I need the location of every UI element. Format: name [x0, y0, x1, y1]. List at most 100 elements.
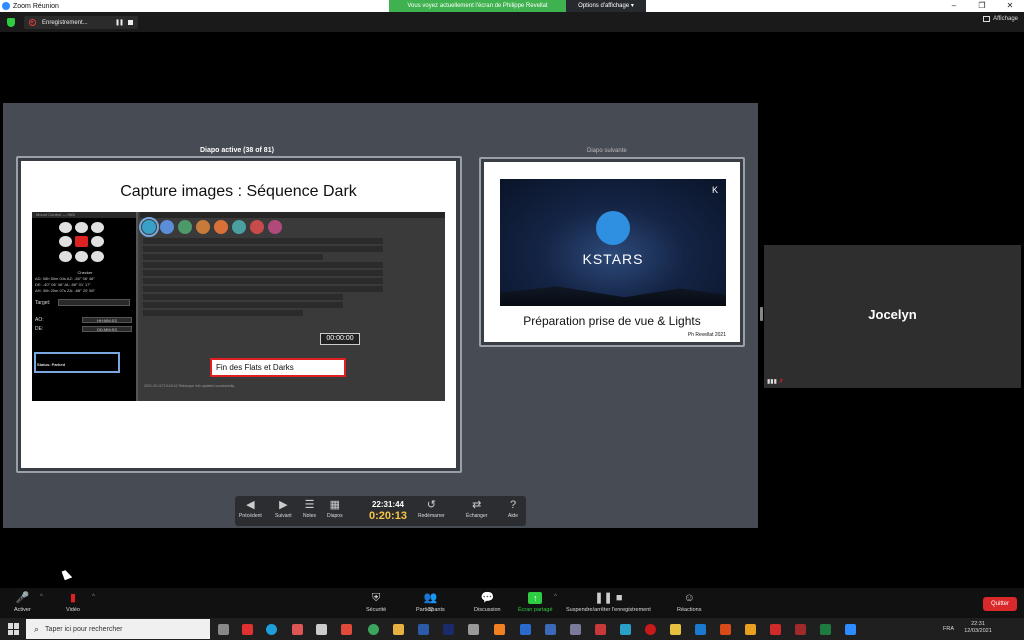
taskbar-app-icon[interactable] — [770, 624, 781, 635]
mount-module-icon — [214, 220, 228, 234]
previous-label: Précédent — [239, 513, 262, 519]
taskbar-app-icon[interactable] — [545, 624, 556, 635]
quit-button[interactable]: Quitter — [983, 597, 1017, 611]
taskbar-app-icon[interactable] — [242, 624, 253, 635]
maximize-button[interactable]: ❐ — [968, 0, 996, 12]
help-button[interactable]: ? Aide — [507, 499, 519, 519]
search-icon: ⌕ — [34, 623, 40, 634]
view-options-button[interactable]: Options d'affichage ▾ — [566, 0, 646, 12]
e-arrow-icon — [91, 236, 104, 248]
slides-label: Diapos — [327, 513, 343, 519]
office-icon[interactable] — [720, 624, 731, 635]
windows-start-icon[interactable] — [8, 623, 20, 635]
previous-button[interactable]: ◀ Précédent — [239, 499, 262, 519]
direction-pad — [59, 222, 105, 262]
security-shield-icon[interactable] — [7, 18, 15, 27]
next-slide-title: Préparation prise de vue & Lights — [523, 314, 701, 328]
coord-line: AH: 30h 20m 07s ZA: -88° 20' 58" — [35, 288, 96, 293]
shield-icon: ⛨ — [371, 592, 381, 604]
participant-video-tile[interactable]: Jocelyn ▮▮▮ ✗ — [764, 245, 1021, 388]
de-field: DD:MM:SS — [82, 326, 132, 332]
kstars-logo-icon — [596, 211, 630, 245]
taskbar-clock[interactable]: 22:31 12/03/2021 — [960, 621, 996, 635]
restart-icon: ↺ — [426, 499, 436, 511]
arrow-right-icon: ▶ — [279, 499, 288, 511]
dropbox-icon[interactable] — [520, 624, 531, 635]
next-button[interactable]: ▶ Suivant — [275, 499, 292, 519]
zoom-app-icon — [2, 2, 10, 10]
vlc-icon[interactable] — [494, 624, 505, 635]
align-module-icon — [232, 220, 246, 234]
view-button-label: Affichage — [993, 16, 1018, 22]
unmute-button[interactable]: 🎤 Activer — [14, 592, 31, 613]
file-explorer-icon[interactable] — [393, 624, 404, 635]
chrome-icon[interactable] — [368, 624, 379, 635]
taskbar-app-icon[interactable] — [670, 624, 681, 635]
participants-button[interactable]: 👥22 Participants — [416, 592, 445, 613]
security-button[interactable]: ⛨ Sécurité — [366, 592, 386, 613]
share-screen-button[interactable]: ↑ Écran partagé — [518, 592, 553, 613]
target-label: Target: — [35, 300, 51, 306]
pause-recording-icon[interactable]: ❚❚ — [115, 19, 124, 26]
taskbar-search[interactable]: ⌕ Taper ici pour rechercher — [26, 619, 210, 639]
taskbar-app-icon[interactable] — [620, 624, 631, 635]
settings-row — [143, 254, 323, 260]
audio-options-caret-icon[interactable]: ^ — [40, 594, 43, 600]
mouse-cursor-icon — [61, 568, 73, 581]
restart-button[interactable]: ↺ Redémarrer — [418, 499, 445, 519]
share-options-caret-icon[interactable]: ^ — [554, 594, 557, 600]
next-slide-credit: Ph Revellat 2021 — [687, 332, 726, 338]
notes-button[interactable]: ☰ Notes — [303, 499, 316, 519]
opera-icon[interactable] — [645, 624, 656, 635]
share-screen-label: Écran partagé — [518, 607, 553, 613]
swap-button[interactable]: ⇄ Échanger — [466, 499, 487, 519]
view-button[interactable]: Affichage — [983, 16, 1018, 22]
ao-field: HH:MM:SS — [82, 317, 132, 323]
mic-muted-icon: ✗ — [778, 379, 784, 385]
video-off-icon: ▮ — [69, 592, 77, 604]
goto-labels: AO: DE: — [35, 316, 44, 334]
mount-control-panel: Mount Control — INDI Checker AD: 08h 50m… — [32, 212, 138, 401]
n-arrow-icon — [75, 222, 88, 233]
slides-button[interactable]: ▦ Diapos — [327, 499, 343, 519]
settings-row — [143, 246, 383, 252]
analyze-module-icon — [268, 220, 282, 234]
participants-icon: 👥22 — [423, 592, 438, 613]
recording-controls-label: Suspendre/arrêter l'enregistrement — [566, 607, 651, 613]
panel-resize-handle[interactable] — [760, 307, 763, 321]
edge-icon[interactable] — [266, 624, 277, 635]
taskbar-app-icon[interactable] — [745, 624, 756, 635]
taskbar-app-icon[interactable] — [418, 624, 429, 635]
slides-icon: ▦ — [329, 499, 340, 511]
taskbar-app-icon[interactable] — [795, 624, 806, 635]
s-arrow-icon — [75, 250, 88, 262]
focus-module-icon — [196, 220, 210, 234]
mic-muted-icon: 🎤 — [15, 592, 30, 604]
minimize-button[interactable]: – — [940, 0, 968, 12]
task-view-icon[interactable] — [218, 624, 229, 635]
photoshop-icon[interactable] — [443, 624, 454, 635]
guide-module-icon — [250, 220, 264, 234]
chat-button[interactable]: 💬 Discussion — [474, 592, 501, 613]
recording-controls-button[interactable]: ❚❚ ■ Suspendre/arrêter l'enregistrement — [566, 592, 651, 613]
zoom-taskbar-icon[interactable] — [845, 624, 856, 635]
video-button[interactable]: ▮ Vidéo — [66, 592, 80, 613]
excel-icon[interactable] — [820, 624, 831, 635]
taskbar-app-icon[interactable] — [570, 624, 581, 635]
stop-recording-icon[interactable] — [128, 20, 133, 25]
outlook-icon[interactable] — [695, 624, 706, 635]
language-indicator[interactable]: FRA — [943, 626, 954, 632]
store-icon[interactable] — [316, 624, 327, 635]
recording-indicator: Enregistrement... ❚❚ — [24, 16, 138, 29]
participant-name: Jocelyn — [868, 307, 917, 322]
reactions-button[interactable]: ☺ Réactions — [677, 592, 701, 613]
taskbar-app-icon[interactable] — [595, 624, 606, 635]
reactions-icon: ☺ — [683, 592, 695, 604]
current-slide-label: Diapo active (38 of 81) — [200, 147, 274, 154]
taskbar-app-icon[interactable] — [468, 624, 479, 635]
taskbar-app-icon[interactable] — [292, 624, 303, 635]
current-slide: Capture images : Séquence Dark Mount Con… — [21, 161, 456, 468]
close-button[interactable]: ✕ — [996, 0, 1024, 12]
video-options-caret-icon[interactable]: ^ — [92, 594, 95, 600]
taskbar-app-icon[interactable] — [341, 624, 352, 635]
